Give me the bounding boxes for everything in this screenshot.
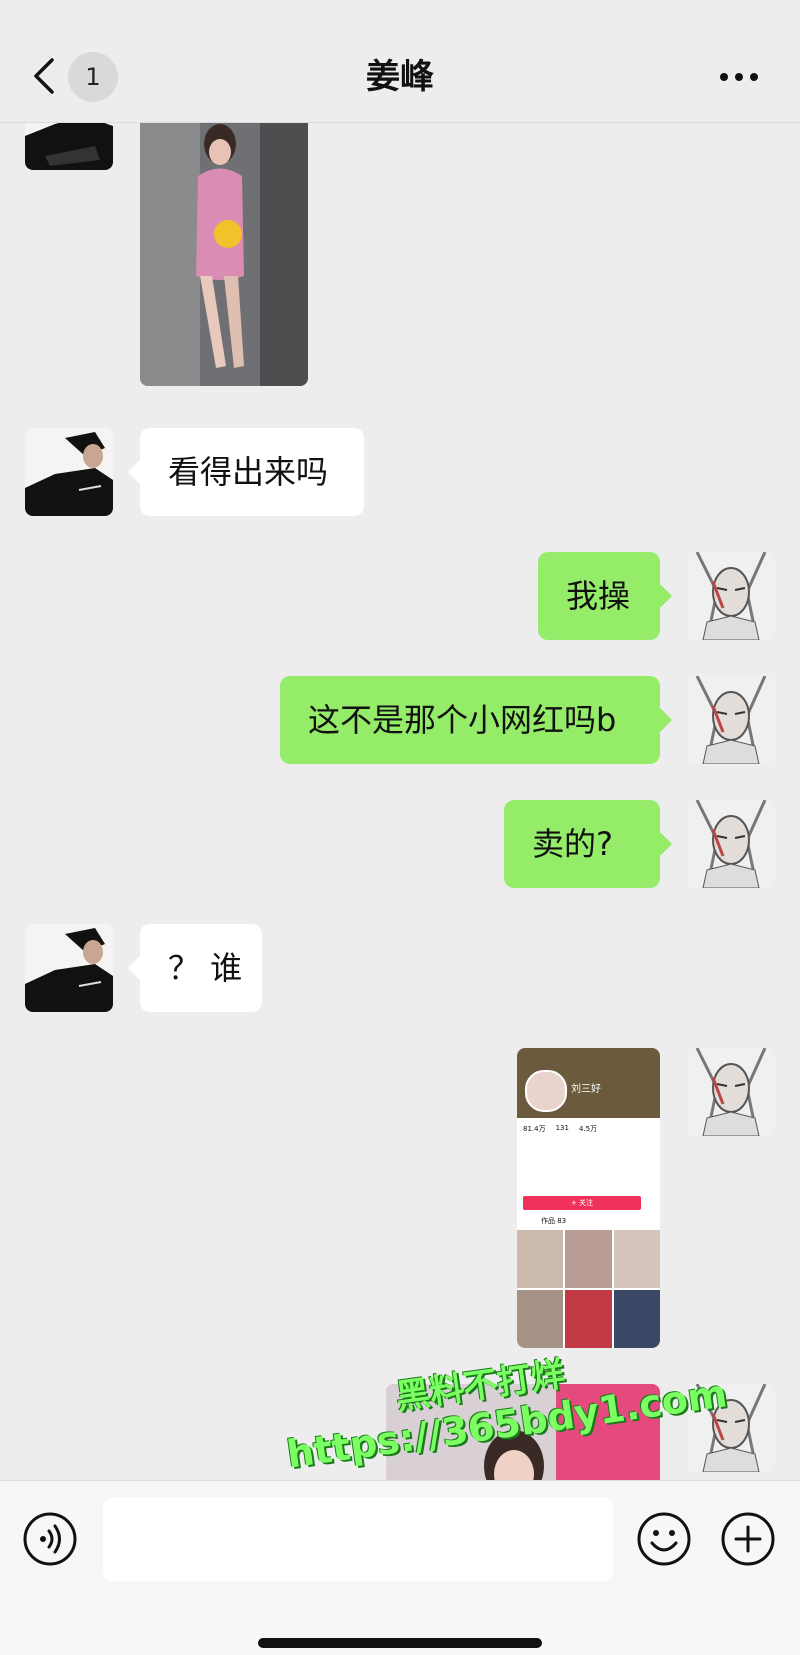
contact-avatar[interactable]: [25, 122, 113, 170]
works-grid: [517, 1230, 660, 1348]
message-list[interactable]: 看得出来吗 我操 这不是那个小网红吗b 卖的? ？ 谁 刘三好 81.4万 13…: [0, 122, 800, 1480]
profile-name: 刘三好: [571, 1084, 601, 1095]
more-options-icon[interactable]: [718, 62, 760, 92]
chat-header: 1 姜峰: [0, 0, 800, 123]
follow-button: + 关注: [523, 1196, 641, 1210]
grid-thumb: [613, 1230, 660, 1288]
my-avatar[interactable]: [687, 800, 775, 888]
contact-avatar-icon: [25, 924, 113, 1012]
message-bubble[interactable]: 卖的?: [504, 800, 672, 888]
profile-avatar: [525, 1070, 567, 1112]
my-avatar[interactable]: [687, 552, 775, 640]
stat-following: 131: [555, 1124, 569, 1132]
contact-avatar[interactable]: [25, 428, 113, 516]
my-avatar-icon: [687, 800, 775, 888]
plus-icon[interactable]: [720, 1511, 776, 1567]
my-avatar-icon: [687, 1048, 775, 1136]
message-bubble[interactable]: 我操: [538, 552, 672, 640]
contact-avatar[interactable]: [25, 924, 113, 1012]
voice-input-icon[interactable]: [22, 1511, 78, 1567]
contact-avatar-icon: [25, 428, 113, 516]
input-bar: [0, 1480, 800, 1655]
my-avatar-icon: [687, 676, 775, 764]
chat-title: 姜峰: [366, 57, 434, 97]
my-avatar[interactable]: [687, 1048, 775, 1136]
home-indicator[interactable]: [258, 1638, 542, 1648]
grid-thumb: [613, 1290, 660, 1348]
grid-thumb: [565, 1290, 612, 1348]
message-bubble[interactable]: 这不是那个小网红吗b: [280, 676, 672, 764]
stat-followers: 4.5万: [578, 1125, 598, 1133]
grid-thumb: [565, 1230, 612, 1288]
contact-avatar-icon: [25, 122, 113, 170]
stat-likes: 81.4万: [523, 1125, 546, 1133]
message-bubble[interactable]: ？ 谁: [128, 924, 262, 1012]
profile-stats: 81.4万 131 4.5万: [523, 1124, 653, 1134]
grid-thumb: [517, 1230, 564, 1288]
works-tab: 作品 83: [541, 1217, 567, 1225]
grid-thumb: [517, 1290, 564, 1348]
image-message[interactable]: 刘三好 81.4万 131 4.5万 + 关注 作品 83: [517, 1048, 660, 1348]
my-avatar[interactable]: [687, 676, 775, 764]
message-input[interactable]: [103, 1497, 613, 1581]
emoji-icon[interactable]: [636, 1511, 692, 1567]
image-message[interactable]: [140, 122, 308, 386]
my-avatar-icon: [687, 552, 775, 640]
message-bubble[interactable]: 看得出来吗: [128, 428, 364, 516]
photo-icon: [140, 122, 308, 386]
